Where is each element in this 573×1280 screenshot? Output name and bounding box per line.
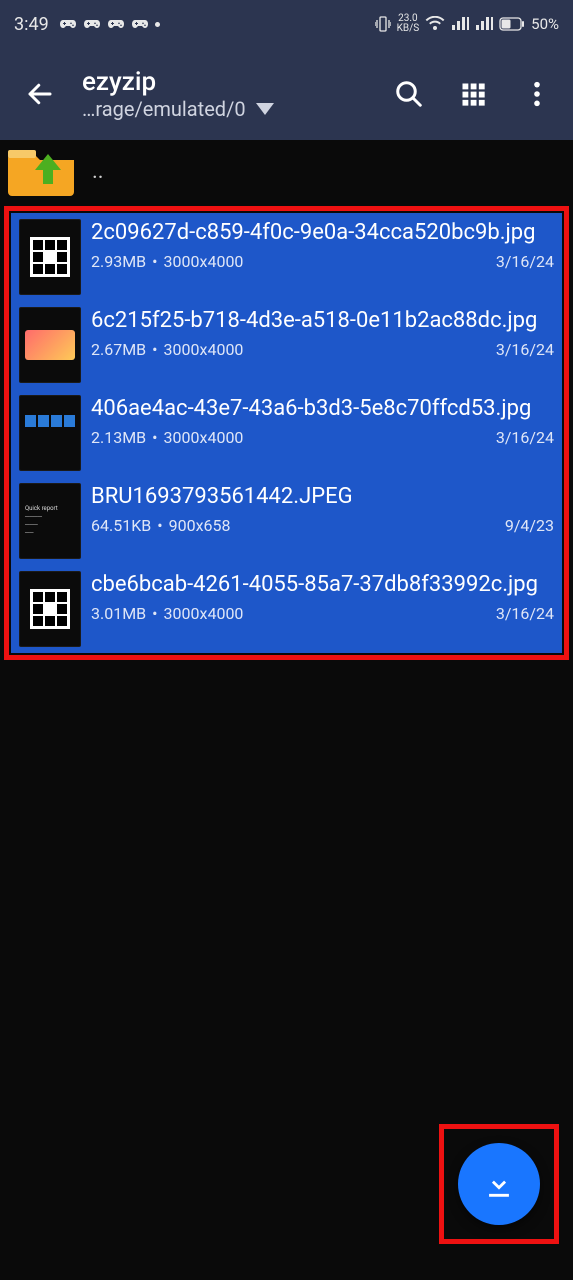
- dropdown-icon: [256, 103, 274, 115]
- file-info: 6c215f25-b718-4d3e-a518-0e11b2ac88dc.jpg…: [91, 307, 554, 359]
- view-grid-button[interactable]: [455, 76, 491, 112]
- more-vert-icon: [533, 80, 541, 108]
- search-icon: [394, 79, 424, 109]
- file-meta: 64.51KB • 900x658: [91, 516, 231, 535]
- file-date: 9/4/23: [505, 516, 554, 535]
- controller-icon: [59, 17, 77, 31]
- file-date: 3/16/24: [496, 252, 554, 271]
- file-meta: 2.67MB • 3000x4000: [91, 340, 243, 359]
- file-meta: 2.13MB • 3000x4000: [91, 428, 243, 447]
- file-thumbnail: [19, 395, 81, 471]
- notification-icons: [59, 17, 160, 31]
- download-icon: [482, 1167, 516, 1201]
- file-info: 406ae4ac-43e7-43a6-b3d3-5e8c70ffcd53.jpg…: [91, 395, 554, 447]
- file-list-highlight: 2c09627d-c859-4f0c-9e0a-34cca520bc9b.jpg…: [4, 206, 569, 660]
- app-bar: ezyzip …rage/emulated/0: [0, 48, 573, 140]
- status-bar: 3:49 23.0 KB/S 50%: [0, 0, 573, 48]
- file-info: 2c09627d-c859-4f0c-9e0a-34cca520bc9b.jpg…: [91, 219, 554, 271]
- meta-separator: •: [152, 340, 157, 359]
- path-dropdown[interactable]: …rage/emulated/0: [82, 97, 391, 121]
- file-name: 2c09627d-c859-4f0c-9e0a-34cca520bc9b.jpg: [91, 219, 554, 248]
- grid-icon: [459, 80, 487, 108]
- file-thumbnail: [19, 307, 81, 383]
- file-name: cbe6bcab-4261-4055-85a7-37db8f33992c.jpg: [91, 571, 554, 600]
- file-name: 6c215f25-b718-4d3e-a518-0e11b2ac88dc.jpg: [91, 307, 554, 336]
- file-row[interactable]: 406ae4ac-43e7-43a6-b3d3-5e8c70ffcd53.jpg…: [11, 389, 562, 477]
- file-size: 2.13MB: [91, 428, 146, 447]
- battery-percent: 50%: [531, 15, 559, 33]
- file-name: BRU1693793561442.JPEG: [91, 483, 554, 512]
- controller-icon: [131, 17, 149, 31]
- net-speed-unit: KB/S: [397, 24, 420, 34]
- meta-separator: •: [152, 428, 157, 447]
- status-left: 3:49: [14, 14, 160, 35]
- file-date: 3/16/24: [496, 428, 554, 447]
- file-size: 3.01MB: [91, 604, 146, 623]
- file-meta: 3.01MB • 3000x4000: [91, 604, 243, 623]
- status-time: 3:49: [14, 14, 49, 35]
- file-info: cbe6bcab-4261-4055-85a7-37db8f33992c.jpg…: [91, 571, 554, 623]
- title-block: ezyzip …rage/emulated/0: [62, 67, 391, 121]
- wifi-icon: [425, 16, 445, 32]
- file-size: 64.51KB: [91, 516, 151, 535]
- more-button[interactable]: [519, 76, 555, 112]
- parent-folder-row[interactable]: ..: [0, 140, 573, 202]
- controller-icon: [107, 17, 125, 31]
- file-size: 2.93MB: [91, 252, 146, 271]
- file-thumbnail: Quick report─────────: [19, 483, 81, 559]
- app-title: ezyzip: [82, 67, 391, 97]
- file-row[interactable]: cbe6bcab-4261-4055-85a7-37db8f33992c.jpg…: [11, 565, 562, 653]
- meta-separator: •: [152, 604, 157, 623]
- net-speed: 23.0 KB/S: [397, 14, 420, 34]
- vibrate-icon: [375, 15, 391, 33]
- search-button[interactable]: [391, 76, 427, 112]
- file-dimensions: 3000x4000: [164, 340, 244, 359]
- file-thumbnail: [19, 219, 81, 295]
- file-date: 3/16/24: [496, 604, 554, 623]
- back-button[interactable]: [18, 72, 62, 116]
- battery-icon: [499, 17, 525, 31]
- file-dimensions: 3000x4000: [164, 252, 244, 271]
- action-icons: [391, 76, 565, 112]
- status-right: 23.0 KB/S 50%: [375, 14, 559, 34]
- arrow-left-icon: [25, 79, 55, 109]
- signal-icon: [451, 16, 469, 32]
- meta-separator: •: [157, 516, 162, 535]
- fab-highlight: [439, 1124, 559, 1244]
- controller-icon: [83, 17, 101, 31]
- file-dimensions: 3000x4000: [164, 428, 244, 447]
- file-list: 2c09627d-c859-4f0c-9e0a-34cca520bc9b.jpg…: [11, 213, 562, 653]
- file-row[interactable]: 2c09627d-c859-4f0c-9e0a-34cca520bc9b.jpg…: [11, 213, 562, 301]
- folder-up-icon: [8, 144, 78, 198]
- more-dot-icon: [155, 22, 160, 27]
- file-dimensions: 900x658: [169, 516, 231, 535]
- file-name: 406ae4ac-43e7-43a6-b3d3-5e8c70ffcd53.jpg: [91, 395, 554, 424]
- meta-separator: •: [152, 252, 157, 271]
- file-row[interactable]: Quick report─────────BRU1693793561442.JP…: [11, 477, 562, 565]
- parent-folder-label: ..: [92, 159, 104, 184]
- file-date: 3/16/24: [496, 340, 554, 359]
- file-info: BRU1693793561442.JPEG 64.51KB • 900x658 9/4/…: [91, 483, 554, 535]
- signal-icon: [475, 16, 493, 32]
- current-path: …rage/emulated/0: [82, 97, 246, 121]
- file-meta: 2.93MB • 3000x4000: [91, 252, 243, 271]
- file-dimensions: 3000x4000: [164, 604, 244, 623]
- file-size: 2.67MB: [91, 340, 146, 359]
- file-thumbnail: [19, 571, 81, 647]
- file-row[interactable]: 6c215f25-b718-4d3e-a518-0e11b2ac88dc.jpg…: [11, 301, 562, 389]
- download-fab[interactable]: [458, 1143, 540, 1225]
